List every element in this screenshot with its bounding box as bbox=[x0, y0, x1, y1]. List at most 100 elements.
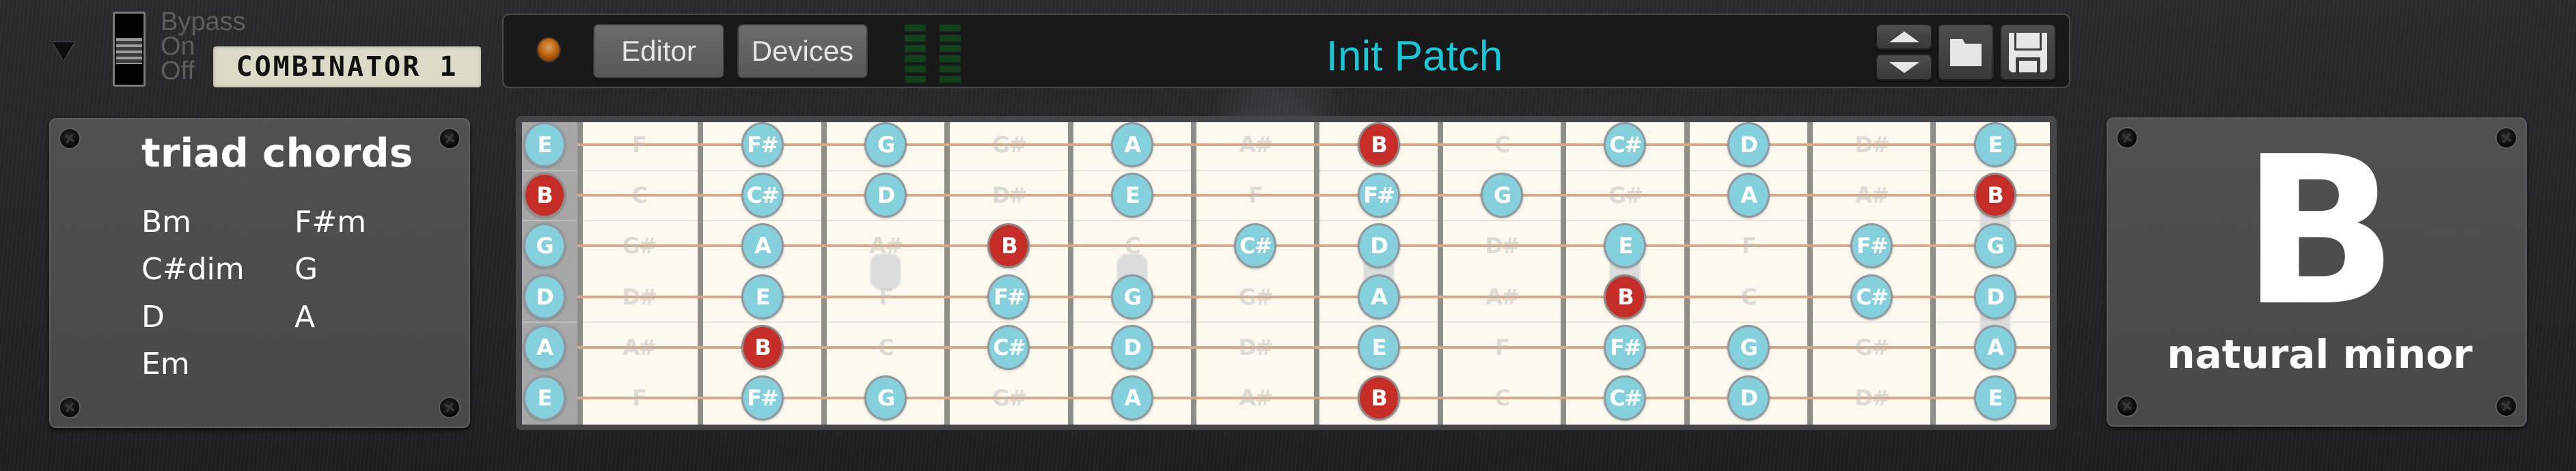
note-scale[interactable]: D bbox=[1973, 274, 2016, 319]
note-inactive[interactable]: C bbox=[1481, 375, 1523, 420]
guitar-string bbox=[577, 244, 2050, 248]
fret-wire bbox=[1930, 122, 1936, 425]
note-inactive[interactable]: D# bbox=[987, 173, 1030, 218]
note-inactive[interactable]: C bbox=[864, 325, 907, 370]
note-scale[interactable]: G bbox=[1727, 324, 1770, 370]
note-inactive[interactable]: A# bbox=[1850, 173, 1893, 218]
note-scale[interactable]: F# bbox=[1357, 173, 1400, 218]
note-scale[interactable]: C# bbox=[1604, 375, 1647, 420]
note-scale[interactable]: A bbox=[523, 324, 566, 370]
note-scale[interactable]: C# bbox=[1604, 122, 1647, 167]
note-root[interactable]: B bbox=[987, 223, 1030, 269]
note-inactive[interactable]: F bbox=[864, 274, 907, 319]
note-scale[interactable]: E bbox=[1357, 324, 1400, 370]
screw-icon bbox=[440, 398, 459, 417]
note-scale[interactable]: D bbox=[1110, 324, 1153, 370]
note-scale[interactable]: F# bbox=[1850, 223, 1893, 269]
screw-icon bbox=[60, 398, 79, 417]
bypass-switch[interactable] bbox=[113, 12, 146, 87]
note-scale[interactable]: C# bbox=[741, 173, 784, 218]
note-root[interactable]: B bbox=[741, 324, 784, 370]
note-scale[interactable]: C# bbox=[1850, 274, 1893, 319]
note-scale[interactable]: A bbox=[1357, 274, 1400, 319]
browse-patch-button[interactable] bbox=[1938, 24, 1994, 81]
note-scale[interactable]: E bbox=[1110, 173, 1153, 218]
note-scale[interactable]: D bbox=[523, 274, 566, 319]
guitar-string bbox=[577, 143, 2050, 146]
next-patch-button[interactable] bbox=[1876, 54, 1932, 81]
note-inactive[interactable]: A# bbox=[864, 223, 907, 268]
save-patch-button[interactable] bbox=[2000, 24, 2056, 81]
note-scale[interactable]: F# bbox=[987, 274, 1030, 319]
note-scale[interactable]: A bbox=[741, 223, 784, 269]
note-inactive[interactable]: F bbox=[618, 122, 660, 167]
note-inactive[interactable]: A# bbox=[1234, 122, 1276, 167]
note-inactive[interactable]: A# bbox=[1234, 375, 1276, 420]
note-inactive[interactable]: A# bbox=[618, 325, 660, 370]
note-scale[interactable]: G bbox=[1481, 173, 1523, 218]
screw-icon bbox=[440, 129, 459, 148]
note-root[interactable]: B bbox=[523, 173, 566, 218]
patch-name[interactable]: Init Patch bbox=[1162, 33, 1667, 81]
note-scale[interactable]: D bbox=[1727, 375, 1770, 420]
note-inactive[interactable]: G# bbox=[1850, 325, 1893, 370]
note-scale[interactable]: E bbox=[1973, 375, 2016, 420]
note-inactive[interactable]: F bbox=[618, 375, 660, 420]
note-inactive[interactable]: D# bbox=[618, 274, 660, 319]
guitar-string bbox=[577, 194, 2050, 197]
note-root[interactable]: B bbox=[1604, 274, 1647, 319]
note-inactive[interactable]: G# bbox=[1604, 173, 1646, 218]
fret-wire bbox=[1561, 122, 1567, 425]
note-inactive[interactable]: C bbox=[1727, 274, 1770, 319]
note-scale[interactable]: G bbox=[1973, 223, 2016, 269]
fret-wire bbox=[944, 122, 950, 425]
note-inactive[interactable]: F bbox=[1481, 325, 1523, 370]
note-inactive[interactable]: F bbox=[1234, 173, 1276, 218]
fold-triangle-icon[interactable] bbox=[53, 42, 74, 60]
note-inactive[interactable]: C bbox=[618, 173, 660, 218]
note-scale[interactable]: G bbox=[523, 223, 566, 269]
note-inactive[interactable]: D# bbox=[1234, 325, 1276, 370]
note-inactive[interactable]: F bbox=[1727, 223, 1770, 268]
note-scale[interactable]: D bbox=[1727, 122, 1770, 167]
note-scale[interactable]: A bbox=[1110, 375, 1153, 420]
note-inactive[interactable]: A# bbox=[1481, 274, 1523, 319]
note-scale[interactable]: E bbox=[1973, 122, 2016, 167]
triangle-down-icon bbox=[1889, 61, 1919, 73]
level-meter-icon bbox=[905, 25, 961, 83]
note-inactive[interactable]: D# bbox=[1850, 375, 1893, 420]
note-scale[interactable]: G bbox=[1110, 274, 1153, 319]
note-scale[interactable]: A bbox=[1973, 324, 2016, 370]
note-inactive[interactable]: C bbox=[1111, 223, 1153, 268]
note-root[interactable]: B bbox=[1973, 173, 2016, 218]
note-scale[interactable]: A bbox=[1727, 173, 1770, 218]
note-inactive[interactable]: C bbox=[1481, 122, 1523, 167]
note-scale[interactable]: A bbox=[1110, 122, 1153, 167]
note-inactive[interactable]: D# bbox=[1481, 223, 1523, 268]
note-scale[interactable]: G bbox=[864, 375, 907, 420]
note-root[interactable]: B bbox=[1357, 375, 1400, 420]
note-scale[interactable]: F# bbox=[1604, 324, 1647, 370]
note-root[interactable]: B bbox=[1357, 122, 1400, 167]
note-inactive[interactable]: G# bbox=[987, 375, 1030, 420]
note-inactive[interactable]: G# bbox=[987, 122, 1030, 167]
note-scale[interactable]: C# bbox=[987, 324, 1030, 370]
note-scale[interactable]: F# bbox=[741, 122, 784, 167]
scale-name: natural minor bbox=[2167, 331, 2473, 377]
note-inactive[interactable]: G# bbox=[1234, 274, 1276, 319]
note-inactive[interactable]: G# bbox=[618, 223, 660, 268]
note-scale[interactable]: D bbox=[864, 173, 907, 218]
note-scale[interactable]: C# bbox=[1234, 223, 1277, 269]
devices-button[interactable]: Devices bbox=[737, 24, 868, 78]
note-scale[interactable]: D bbox=[1357, 223, 1400, 269]
previous-patch-button[interactable] bbox=[1876, 24, 1932, 50]
bypass-switch-handle[interactable] bbox=[116, 38, 142, 64]
note-inactive[interactable]: D# bbox=[1850, 122, 1893, 167]
note-scale[interactable]: E bbox=[741, 274, 784, 319]
editor-button[interactable]: Editor bbox=[593, 24, 724, 78]
note-scale[interactable]: E bbox=[523, 122, 566, 167]
device-name-tape[interactable]: COMBINATOR 1 bbox=[213, 46, 481, 87]
note-scale[interactable]: G bbox=[864, 122, 907, 167]
note-scale[interactable]: E bbox=[523, 375, 566, 420]
note-scale[interactable]: F# bbox=[741, 375, 784, 420]
